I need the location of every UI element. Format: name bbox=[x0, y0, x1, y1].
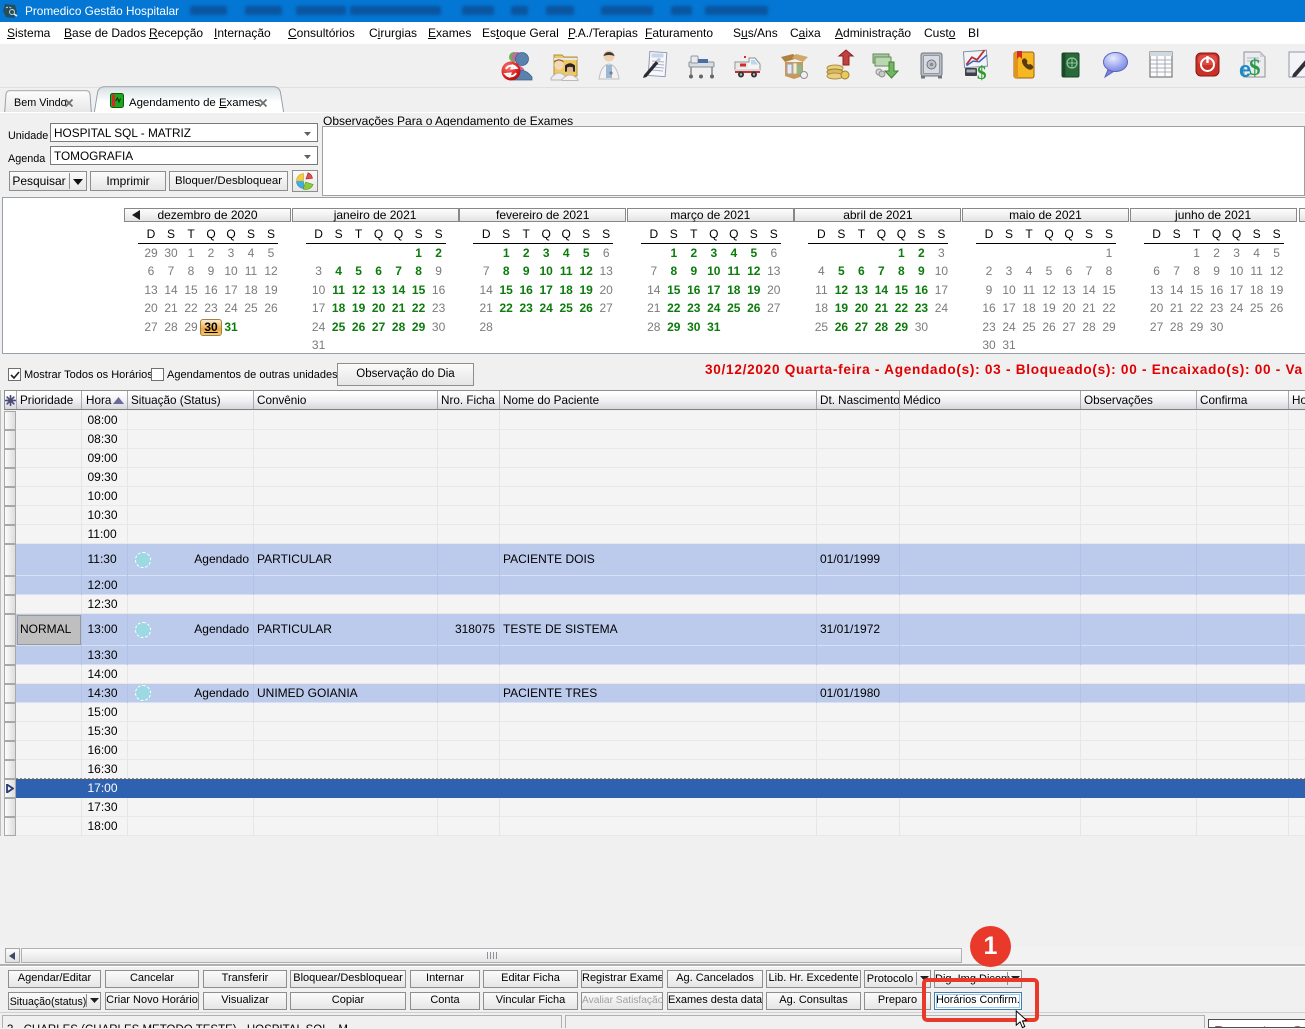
svg-text:$: $ bbox=[1249, 55, 1261, 80]
svg-text:$: $ bbox=[977, 63, 987, 81]
